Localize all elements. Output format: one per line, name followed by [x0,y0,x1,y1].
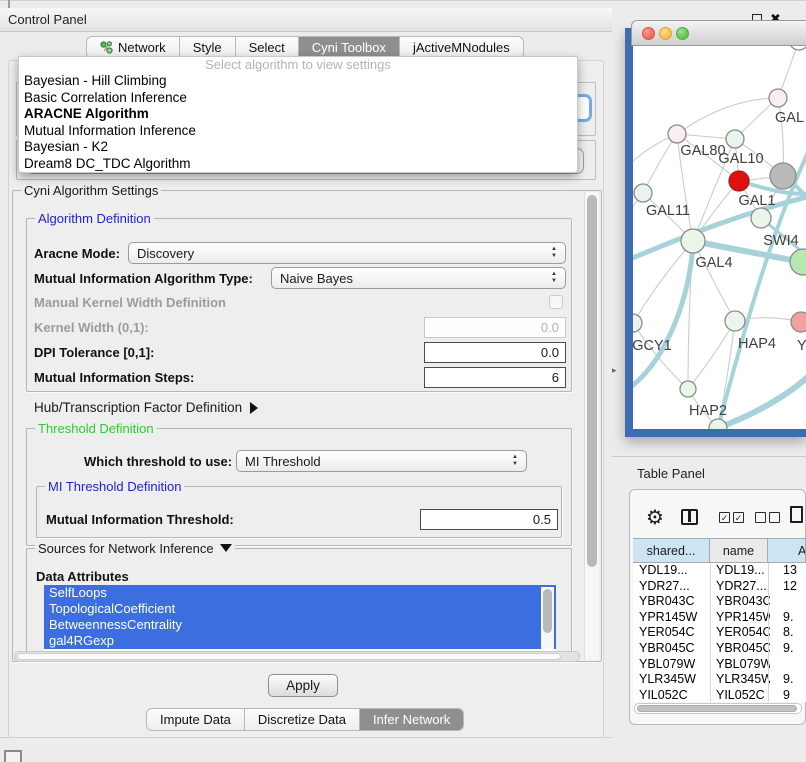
column-divider [710,563,711,702]
cell-name: YLR345W [716,672,770,688]
cell-name: YBL079W [716,657,770,673]
menu-item-selected[interactable]: ARACNE Algorithm [19,106,577,123]
cell-name: YBR043C [716,594,770,610]
cell-shared-name: YBR045C [639,641,709,657]
cell-shared-name: YLR345W [639,672,709,688]
table-row[interactable]: YPR145W YPR145W 9. [633,610,806,626]
document-icon[interactable] [790,506,803,523]
table-row[interactable]: YBR043C YBR043C [633,594,806,610]
cell-shared-name: YDL19... [639,563,709,579]
table-row[interactable]: YDL19... YDL19... 13 [633,563,806,579]
menu-item[interactable]: Basic Correlation Inference [19,90,577,107]
cell-name: YBR045C [716,641,770,657]
select-all-icon[interactable]: ✓ [719,512,730,523]
cell-name: YER054C [716,625,770,641]
columns-icon-divider [688,511,691,522]
column-header-partial[interactable]: A [768,538,806,563]
table-rows: YDL19... YDL19... 13 YDR27... YDR27... 1… [633,563,806,702]
cell-name: YPR145W [716,610,770,626]
cell-shared-name: YPR145W [639,610,709,626]
algorithm-popup: Select algorithm to view settings Bayesi… [18,56,578,173]
deselect-all-icon[interactable] [769,512,780,523]
table-row[interactable]: YDR27... YDR27... 12 [633,579,806,595]
cell-value: 13 [783,563,806,579]
columns-icon[interactable] [681,509,698,525]
menu-item[interactable]: Mutual Information Inference [19,123,577,140]
gear-icon[interactable]: ⚙ [646,505,664,530]
cell-value: 8. [783,625,806,641]
algorithm-prompt: Select algorithm to view settings [19,57,577,73]
table-panel-title: Table Panel [637,466,705,481]
menu-item[interactable]: Bayesian - Hill Climbing [19,73,577,90]
table-horizontal-scrollbar[interactable] [634,703,802,714]
cell-shared-name: YIL052C [639,688,709,702]
cell-value: 9 [783,688,806,702]
column-divider [768,563,769,702]
table-row[interactable]: YIL052C YIL052C 9 [633,688,806,702]
cell-name: YIL052C [716,688,770,702]
cell-name: YDL19... [716,563,770,579]
table-row[interactable]: YBR045C YBR045C 9. [633,641,806,657]
table-row[interactable]: YLR345W YLR345W 9. [633,672,806,688]
table-row[interactable]: YER054C YER054C 8. [633,625,806,641]
screen: Control Panel ✖ Network Style Select Cyn… [0,0,806,762]
cell-shared-name: YBL079W [639,657,709,673]
table-panel-separator [612,456,806,457]
select-all-icon[interactable]: ✓ [733,512,744,523]
cell-shared-name: YER054C [639,625,709,641]
cell-value: 9. [783,641,806,657]
cell-value: 9. [783,610,806,626]
table-hscrollbar-thumb[interactable] [637,705,797,712]
cell-name: YDR27... [716,579,770,595]
menu-item[interactable]: Bayesian - K2 [19,139,577,156]
cell-value: 12 [783,579,806,595]
deselect-all-icon[interactable] [755,512,766,523]
cell-shared-name: YDR27... [639,579,709,595]
column-header-shared[interactable]: shared... [633,538,710,563]
column-header-name[interactable]: name [710,538,768,563]
cell-shared-name: YBR043C [639,594,709,610]
cell-value: 9. [783,672,806,688]
cell-value [783,594,806,610]
table-row[interactable]: YBL079W YBL079W [633,657,806,673]
menu-item[interactable]: Dream8 DC_TDC Algorithm [19,156,577,173]
cell-value [783,657,806,673]
